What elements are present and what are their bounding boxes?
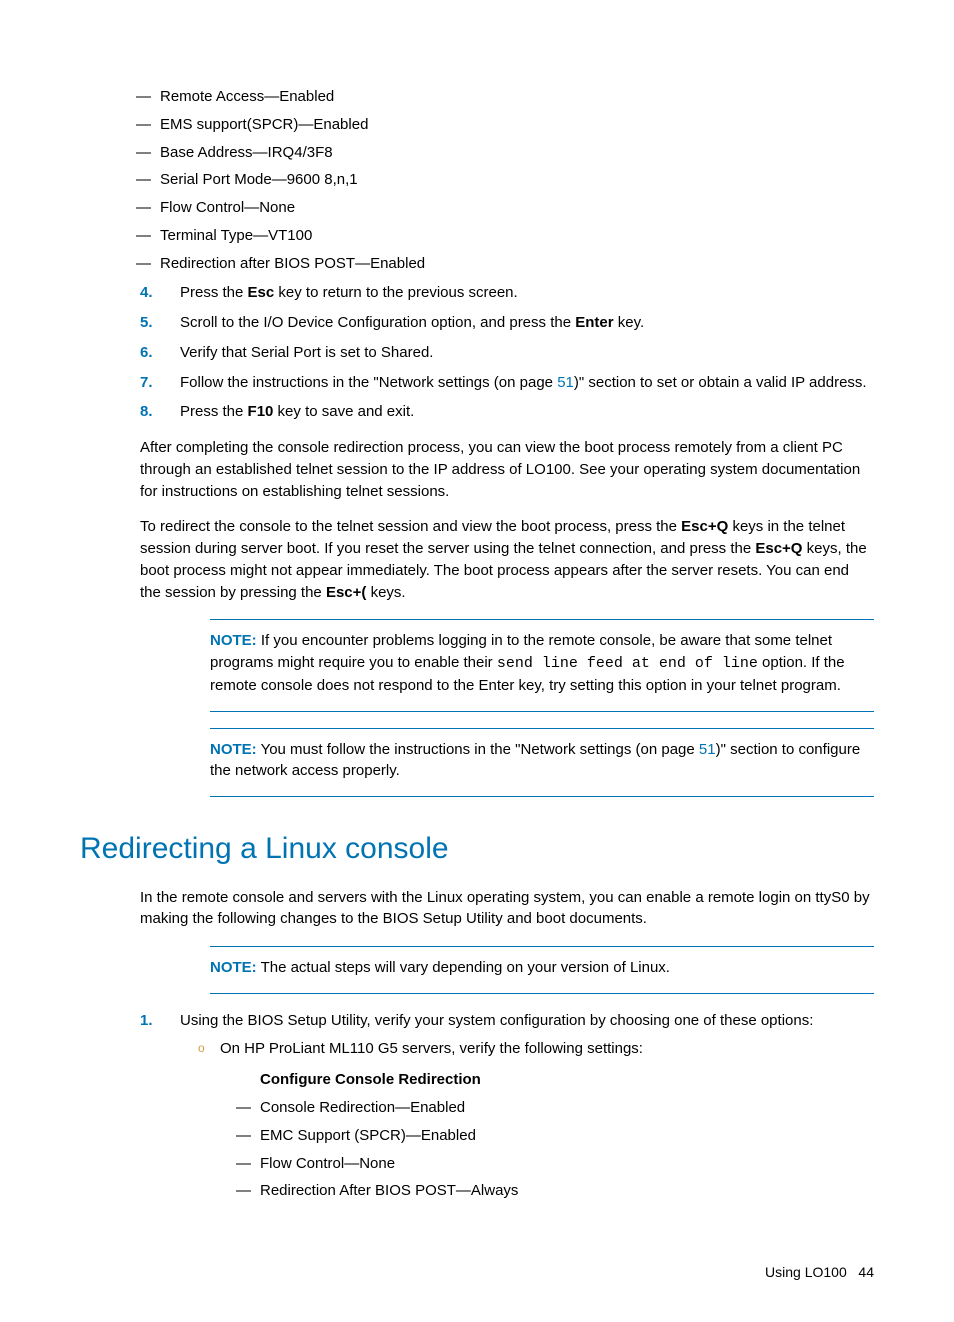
setting-item: Remote Access—Enabled bbox=[160, 86, 874, 108]
step-5: 5.Scroll to the I/O Device Configuration… bbox=[140, 312, 874, 334]
step-6: 6.Verify that Serial Port is set to Shar… bbox=[140, 342, 874, 364]
setting-item: Console Redirection—Enabled bbox=[260, 1097, 874, 1119]
step-8: 8.Press the F10 key to save and exit. bbox=[140, 401, 874, 423]
note-box-2: NOTE: You must follow the instructions i… bbox=[210, 728, 874, 798]
setting-item: Base Address—IRQ4/3F8 bbox=[160, 142, 874, 164]
page-footer: Using LO100 44 bbox=[80, 1262, 874, 1282]
step-7: 7.Follow the instructions in the "Networ… bbox=[140, 372, 874, 394]
note-label: NOTE: bbox=[210, 741, 257, 758]
sub-option-ml110: On HP ProLiant ML110 G5 servers, verify … bbox=[220, 1038, 874, 1203]
linux-steps-list: 1. Using the BIOS Setup Utility, verify … bbox=[140, 1010, 874, 1202]
setting-item: EMS support(SPCR)—Enabled bbox=[160, 114, 874, 136]
section-heading-redirecting-linux: Redirecting a Linux console bbox=[80, 827, 874, 871]
page-link-51[interactable]: 51 bbox=[699, 741, 716, 758]
note-box-3: NOTE: The actual steps will vary dependi… bbox=[210, 946, 874, 994]
page-link-51[interactable]: 51 bbox=[557, 374, 574, 391]
settings-list-2: Console Redirection—Enabled EMC Support … bbox=[220, 1097, 874, 1202]
sub-option-list: On HP ProLiant ML110 G5 servers, verify … bbox=[180, 1038, 874, 1203]
setting-item: Flow Control—None bbox=[260, 1153, 874, 1175]
configure-heading: Configure Console Redirection bbox=[260, 1069, 874, 1091]
settings-list-1: Remote Access—Enabled EMS support(SPCR)—… bbox=[80, 86, 874, 274]
paragraph-redirect: To redirect the console to the telnet se… bbox=[140, 516, 874, 603]
setting-item: Terminal Type—VT100 bbox=[160, 225, 874, 247]
paragraph-after-completing: After completing the console redirection… bbox=[140, 437, 874, 502]
linux-step-1: 1. Using the BIOS Setup Utility, verify … bbox=[140, 1010, 874, 1202]
setting-item: Serial Port Mode—9600 8,n,1 bbox=[160, 169, 874, 191]
setting-item: Redirection After BIOS POST—Always bbox=[260, 1180, 874, 1202]
linux-intro-paragraph: In the remote console and servers with t… bbox=[140, 887, 874, 931]
note-label: NOTE: bbox=[210, 632, 257, 649]
steps-list: 4.Press the Esc key to return to the pre… bbox=[140, 282, 874, 423]
note-box-1: NOTE: If you encounter problems logging … bbox=[210, 619, 874, 711]
note-label: NOTE: bbox=[210, 959, 257, 976]
setting-item: Redirection after BIOS POST—Enabled bbox=[160, 253, 874, 275]
setting-item: EMC Support (SPCR)—Enabled bbox=[260, 1125, 874, 1147]
setting-item: Flow Control—None bbox=[160, 197, 874, 219]
step-4: 4.Press the Esc key to return to the pre… bbox=[140, 282, 874, 304]
